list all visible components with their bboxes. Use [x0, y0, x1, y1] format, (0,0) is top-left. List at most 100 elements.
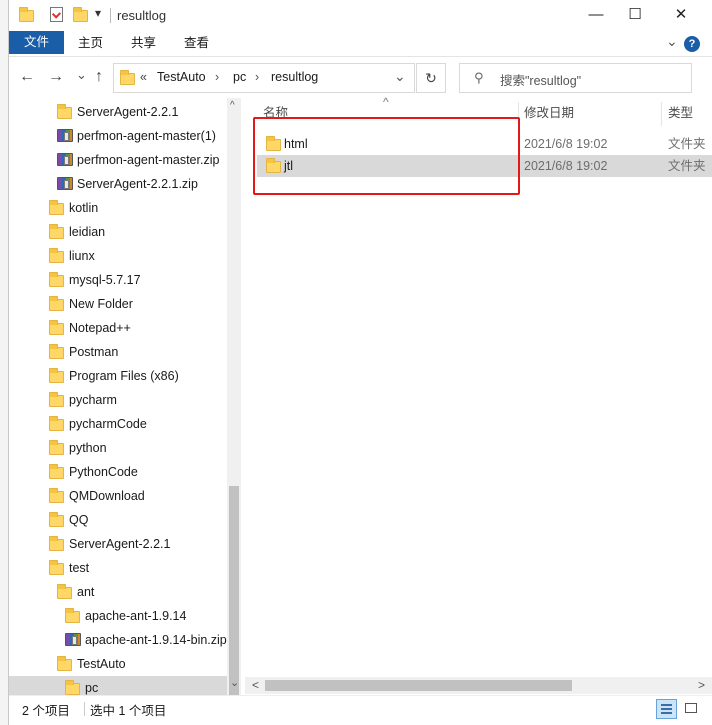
- nav-tree-item[interactable]: perfmon-agent-master.zip: [9, 148, 241, 172]
- ribbon-expand-icon[interactable]: ⌄: [666, 33, 678, 50]
- nav-tree-item-label: pycharm: [69, 393, 117, 407]
- ribbon-tab-bar: [9, 30, 712, 57]
- nav-tree-item-label: mysql-5.7.17: [69, 273, 141, 287]
- nav-tree-item[interactable]: python: [9, 436, 241, 460]
- forward-button[interactable]: →: [48, 68, 64, 86]
- tab-home[interactable]: 主页: [78, 32, 103, 54]
- column-header-type[interactable]: 类型: [668, 100, 693, 126]
- new-folder-icon[interactable]: [73, 7, 88, 22]
- zip-icon: [57, 129, 73, 142]
- breadcrumb-separator[interactable]: ›: [215, 70, 219, 84]
- folder-icon: [49, 224, 64, 239]
- nav-tree-item[interactable]: Notepad++: [9, 316, 241, 340]
- nav-tree-item[interactable]: leidian: [9, 220, 241, 244]
- status-bar: 2 个项目 选中 1 个项目: [9, 695, 712, 725]
- back-button[interactable]: ←: [19, 68, 35, 86]
- highlight-box: [253, 117, 520, 195]
- folder-icon: [57, 656, 72, 671]
- folder-icon: [49, 560, 64, 575]
- scroll-left-icon[interactable]: <: [252, 678, 259, 692]
- nav-tree-item[interactable]: test: [9, 556, 241, 580]
- nav-scroll-down-icon[interactable]: ⌄: [230, 676, 239, 689]
- breadcrumb-testauto[interactable]: TestAuto: [157, 70, 206, 84]
- nav-tree-item[interactable]: ant: [9, 580, 241, 604]
- nav-scroll-thumb[interactable]: [229, 486, 239, 700]
- nav-tree-item[interactable]: ServerAgent-2.2.1.zip: [9, 172, 241, 196]
- nav-tree-item[interactable]: Postman: [9, 340, 241, 364]
- maximize-button[interactable]: ☐: [612, 0, 658, 30]
- nav-tree-item-label: pycharmCode: [69, 417, 147, 431]
- nav-tree-item-label: New Folder: [69, 297, 133, 311]
- nav-tree-item[interactable]: mysql-5.7.17: [9, 268, 241, 292]
- folder-icon: [49, 392, 64, 407]
- nav-tree-item[interactable]: TestAuto: [9, 652, 241, 676]
- nav-tree-item[interactable]: pycharmCode: [9, 412, 241, 436]
- search-box[interactable]: ⚲ 搜索"resultlog": [459, 63, 692, 93]
- nav-tree-item[interactable]: perfmon-agent-master(1): [9, 124, 241, 148]
- folder-icon: [49, 440, 64, 455]
- breadcrumb-pc[interactable]: pc: [233, 70, 246, 84]
- folder-icon: [49, 344, 64, 359]
- nav-tree-item-label: leidian: [69, 225, 106, 239]
- breadcrumb-resultlog[interactable]: resultlog: [271, 70, 318, 84]
- nav-tree-item[interactable]: apache-ant-1.9.14: [9, 604, 241, 628]
- nav-tree-item[interactable]: apache-ant-1.9.14-bin.zip: [9, 628, 241, 652]
- nav-tree-item-label: ServerAgent-2.2.1.zip: [77, 177, 198, 191]
- breadcrumb-separator[interactable]: ›: [255, 70, 259, 84]
- file-tab-label: 文件: [23, 35, 49, 49]
- help-icon[interactable]: ?: [684, 36, 700, 52]
- nav-tree-item[interactable]: liunx: [9, 244, 241, 268]
- nav-tree-item-label: python: [69, 441, 107, 455]
- folder-icon: [57, 104, 72, 119]
- nav-tree-item-label: ant: [77, 585, 95, 599]
- horizontal-scrollbar[interactable]: < >: [245, 677, 712, 694]
- nav-scroll-up-icon[interactable]: ^: [230, 100, 235, 111]
- nav-tree-item[interactable]: kotlin: [9, 196, 241, 220]
- tab-share[interactable]: 共享: [131, 32, 156, 54]
- nav-tree-item-label: QQ: [69, 513, 89, 527]
- folder-icon: [49, 248, 64, 263]
- background-window-sliver: [0, 0, 9, 725]
- properties-icon[interactable]: [50, 7, 63, 22]
- details-view-icon[interactable]: [656, 699, 677, 719]
- address-dropdown-icon[interactable]: ⌄: [394, 68, 406, 85]
- nav-tree-item[interactable]: QQ: [9, 508, 241, 532]
- scroll-right-icon[interactable]: >: [698, 678, 705, 692]
- folder-icon: [49, 464, 64, 479]
- horizontal-scroll-thumb[interactable]: [265, 680, 572, 691]
- nav-tree-item[interactable]: PythonCode: [9, 460, 241, 484]
- large-icons-view-icon[interactable]: [683, 701, 701, 717]
- nav-tree-item[interactable]: QMDownload: [9, 484, 241, 508]
- nav-tree-item[interactable]: ServerAgent-2.2.1: [9, 100, 241, 124]
- nav-tree-item-label: TestAuto: [77, 657, 126, 671]
- address-folder-icon: [120, 70, 135, 85]
- nav-tree-item[interactable]: pc: [9, 676, 241, 695]
- file-tab[interactable]: 文件: [9, 31, 64, 54]
- zip-icon: [57, 153, 73, 166]
- up-button[interactable]: ↑: [95, 68, 103, 86]
- navigation-pane[interactable]: ServerAgent-2.2.1 perfmon-agent-master(1)…: [9, 98, 241, 695]
- recent-locations-button[interactable]: ⌄: [76, 67, 87, 83]
- nav-tree-item[interactable]: New Folder: [9, 292, 241, 316]
- search-placeholder: 搜索"resultlog": [500, 74, 582, 88]
- nav-tree-item-label: apache-ant-1.9.14: [85, 609, 187, 623]
- tab-view[interactable]: 查看: [184, 32, 209, 54]
- folder-icon: [49, 512, 64, 527]
- zip-icon: [57, 177, 73, 190]
- nav-tree-item[interactable]: Program Files (x86): [9, 364, 241, 388]
- close-button[interactable]: ✕: [658, 0, 704, 30]
- column-header-date[interactable]: 修改日期: [524, 100, 574, 126]
- nav-tree-item-label: apache-ant-1.9.14-bin.zip: [85, 633, 227, 647]
- qat-dropdown-icon[interactable]: ▾: [95, 6, 101, 20]
- nav-scrollbar[interactable]: ^ ⌄: [227, 98, 241, 700]
- column-divider: [661, 102, 662, 126]
- nav-tree-item[interactable]: ServerAgent-2.2.1: [9, 532, 241, 556]
- nav-tree-item-label: Program Files (x86): [69, 369, 179, 383]
- address-box[interactable]: « TestAuto › pc › resultlog ⌄: [113, 63, 415, 93]
- address-overflow-chevron[interactable]: «: [140, 70, 147, 84]
- nav-tree-item[interactable]: pycharm: [9, 388, 241, 412]
- refresh-button[interactable]: ↻: [416, 63, 446, 93]
- file-type: 文件夹: [668, 137, 706, 151]
- status-item-count: 2 个项目: [22, 704, 70, 718]
- folder-icon: [57, 584, 72, 599]
